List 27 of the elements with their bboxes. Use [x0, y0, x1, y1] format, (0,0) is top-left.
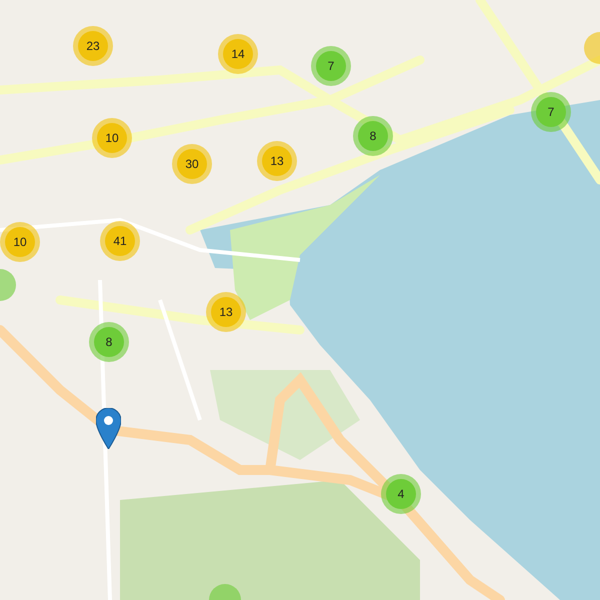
cluster-count: 7	[328, 58, 334, 75]
cluster-count: 13	[270, 153, 284, 170]
cluster-marker[interactable]: 23	[73, 26, 113, 66]
cluster-marker[interactable]: 41	[100, 221, 140, 261]
cluster-marker[interactable]: 10	[92, 118, 132, 158]
cluster-marker[interactable]: 14	[218, 34, 258, 74]
cluster-count: 23	[86, 38, 100, 55]
cluster-count: 7	[548, 104, 554, 121]
cluster-count: 8	[106, 334, 112, 351]
cluster-marker[interactable]: 10	[0, 222, 40, 262]
cluster-marker[interactable]: 30	[172, 144, 212, 184]
cluster-count: 30	[185, 156, 199, 173]
map-pin-icon[interactable]	[96, 408, 121, 449]
cluster-count: 10	[105, 130, 119, 147]
cluster-count: 13	[219, 304, 233, 321]
cluster-count: 10	[13, 234, 27, 251]
cluster-marker[interactable]: 8	[353, 116, 393, 156]
cluster-marker[interactable]: 7	[531, 92, 571, 132]
cluster-marker[interactable]: 13	[257, 141, 297, 181]
cluster-marker[interactable]: 4	[381, 474, 421, 514]
cluster-marker[interactable]: 8	[89, 322, 129, 362]
cluster-marker[interactable]: 13	[206, 292, 246, 332]
cluster-count: 4	[398, 486, 404, 503]
cluster-count: 8	[370, 128, 376, 145]
cluster-count: 41	[113, 233, 127, 250]
cluster-count: 14	[231, 46, 245, 63]
cluster-marker[interactable]: 7	[311, 46, 351, 86]
